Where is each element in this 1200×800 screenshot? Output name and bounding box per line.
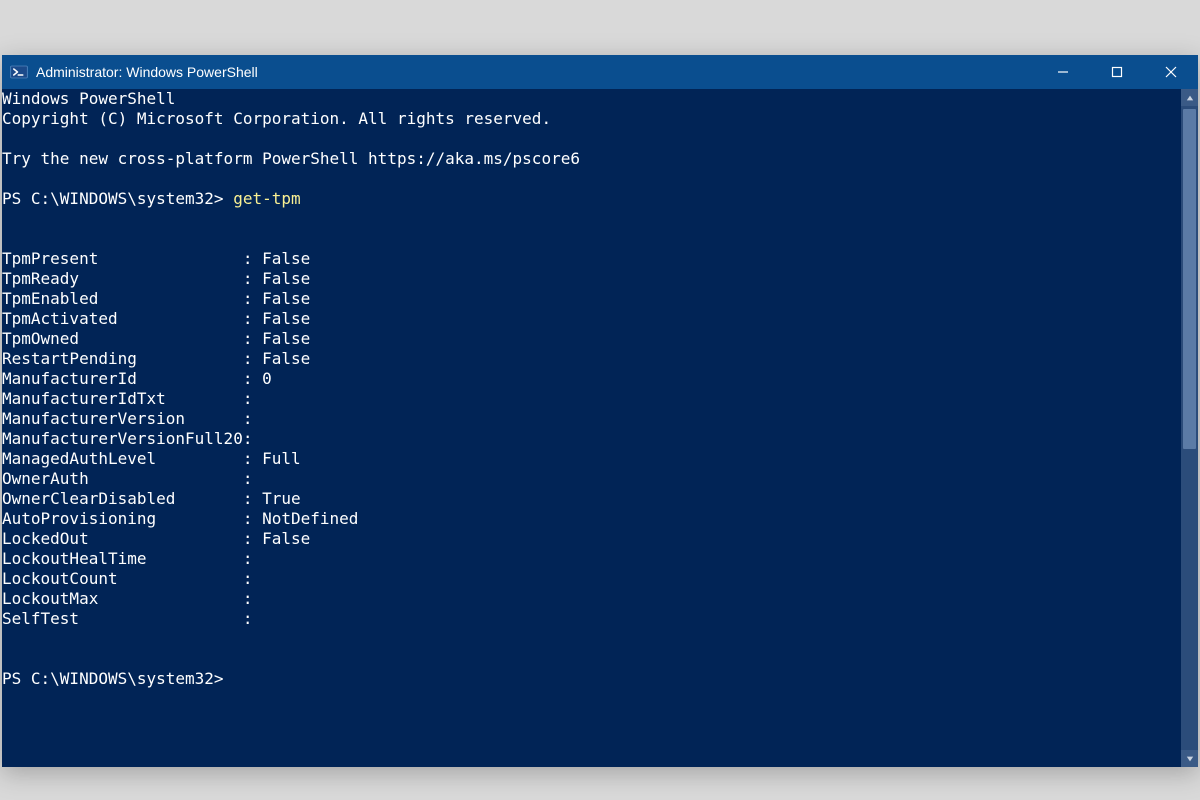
output-value: 0 (262, 369, 272, 388)
output-key: TpmReady (2, 269, 243, 289)
terminal-output-row: LockoutMax : (2, 589, 1175, 609)
terminal-header-line (2, 169, 1175, 189)
output-key: RestartPending (2, 349, 243, 369)
output-key: TpmPresent (2, 249, 243, 269)
terminal-output-row: LockoutCount : (2, 569, 1175, 589)
output-key: ManufacturerId (2, 369, 243, 389)
output-key: SelfTest (2, 609, 243, 629)
output-sep: : (243, 549, 262, 568)
output-sep: : (243, 329, 262, 348)
terminal-output-row: TpmOwned : False (2, 329, 1175, 349)
output-sep: : (243, 349, 262, 368)
output-sep: : (243, 249, 262, 268)
output-value: False (262, 529, 310, 548)
output-key: ManufacturerVersionFull20 (2, 429, 243, 449)
output-key: LockoutCount (2, 569, 243, 589)
output-key: TpmActivated (2, 309, 243, 329)
terminal-output-row: TpmReady : False (2, 269, 1175, 289)
terminal[interactable]: Windows PowerShellCopyright (C) Microsof… (2, 89, 1181, 767)
terminal-line (2, 649, 1175, 669)
terminal-output-row: ManufacturerId : 0 (2, 369, 1175, 389)
output-sep: : (243, 569, 262, 588)
output-value: False (262, 289, 310, 308)
powershell-icon (10, 63, 28, 81)
output-sep: : (243, 409, 262, 428)
output-key: AutoProvisioning (2, 509, 243, 529)
output-sep: : (243, 369, 262, 388)
output-sep: : (243, 289, 262, 308)
terminal-output-row: OwnerClearDisabled : True (2, 489, 1175, 509)
output-sep: : (243, 429, 262, 448)
output-sep: : (243, 609, 262, 628)
output-sep: : (243, 449, 262, 468)
terminal-output-row: ManufacturerIdTxt : (2, 389, 1175, 409)
output-value: False (262, 329, 310, 348)
output-sep: : (243, 509, 262, 528)
terminal-header-line (2, 129, 1175, 149)
output-value: False (262, 269, 310, 288)
close-button[interactable] (1144, 55, 1198, 89)
terminal-header-line: Try the new cross-platform PowerShell ht… (2, 149, 1175, 169)
terminal-output-row: TpmActivated : False (2, 309, 1175, 329)
output-value: False (262, 249, 310, 268)
terminal-output-row: AutoProvisioning : NotDefined (2, 509, 1175, 529)
terminal-output-row: SelfTest : (2, 609, 1175, 629)
terminal-output-row: OwnerAuth : (2, 469, 1175, 489)
output-sep: : (243, 269, 262, 288)
terminal-header-line: Windows PowerShell (2, 89, 1175, 109)
output-sep: : (243, 489, 262, 508)
output-sep: : (243, 309, 262, 328)
output-key: OwnerClearDisabled (2, 489, 243, 509)
terminal-output-row: ManufacturerVersionFull20: (2, 429, 1175, 449)
terminal-header-line: Copyright (C) Microsoft Corporation. All… (2, 109, 1175, 129)
output-sep: : (243, 389, 262, 408)
terminal-line (2, 209, 1175, 229)
terminal-prompt-line: PS C:\WINDOWS\system32> get-tpm (2, 189, 1175, 209)
prompt-prefix: PS C:\WINDOWS\system32> (2, 189, 233, 208)
output-value: False (262, 349, 310, 368)
output-value: False (262, 309, 310, 328)
titlebar[interactable]: Administrator: Windows PowerShell (2, 55, 1198, 89)
terminal-line (2, 629, 1175, 649)
output-key: LockoutMax (2, 589, 243, 609)
terminal-output-row: LockedOut : False (2, 529, 1175, 549)
terminal-output-row: TpmEnabled : False (2, 289, 1175, 309)
prompt-prefix: PS C:\WINDOWS\system32> (2, 669, 233, 688)
powershell-window: Administrator: Windows PowerShell Window… (2, 55, 1198, 767)
output-value: Full (262, 449, 301, 468)
terminal-output-row: ManagedAuthLevel : Full (2, 449, 1175, 469)
terminal-line (2, 229, 1175, 249)
output-key: LockedOut (2, 529, 243, 549)
prompt-command: get-tpm (233, 189, 300, 208)
output-key: LockoutHealTime (2, 549, 243, 569)
terminal-output-row: TpmPresent : False (2, 249, 1175, 269)
output-key: TpmOwned (2, 329, 243, 349)
output-key: ManufacturerIdTxt (2, 389, 243, 409)
scroll-down-button[interactable] (1181, 750, 1198, 767)
terminal-output-row: LockoutHealTime : (2, 549, 1175, 569)
output-key: ManagedAuthLevel (2, 449, 243, 469)
terminal-area: Windows PowerShellCopyright (C) Microsof… (2, 89, 1198, 767)
terminal-output-row: RestartPending : False (2, 349, 1175, 369)
scroll-thumb[interactable] (1183, 109, 1196, 449)
maximize-button[interactable] (1090, 55, 1144, 89)
window-title: Administrator: Windows PowerShell (36, 64, 258, 80)
output-sep: : (243, 469, 262, 488)
terminal-prompt-line: PS C:\WINDOWS\system32> (2, 669, 1175, 689)
minimize-button[interactable] (1036, 55, 1090, 89)
output-value: NotDefined (262, 509, 358, 528)
window-buttons (1036, 55, 1198, 89)
output-key: OwnerAuth (2, 469, 243, 489)
scroll-up-button[interactable] (1181, 89, 1198, 106)
output-value: True (262, 489, 301, 508)
output-key: TpmEnabled (2, 289, 243, 309)
terminal-output-row: ManufacturerVersion : (2, 409, 1175, 429)
output-sep: : (243, 589, 262, 608)
scrollbar[interactable] (1181, 89, 1198, 767)
output-key: ManufacturerVersion (2, 409, 243, 429)
output-sep: : (243, 529, 262, 548)
